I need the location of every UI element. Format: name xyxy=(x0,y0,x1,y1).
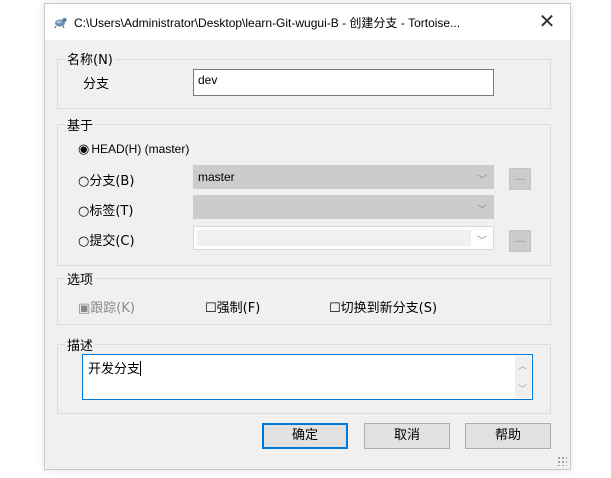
description-group-legend: 描述 xyxy=(65,335,96,354)
radio-tag[interactable]: ○标签(T) xyxy=(78,200,133,219)
commit-combo[interactable]: ﹀ xyxy=(193,226,494,250)
close-button[interactable]: ✕ xyxy=(524,4,570,40)
branch-name-label: 分支 xyxy=(83,77,110,92)
name-group-legend: 名称(N) xyxy=(65,49,115,68)
commit-combo-field xyxy=(197,230,471,246)
branch-combo[interactable]: master ﹀ xyxy=(193,165,494,189)
checkbox-unchecked-icon: ☐ xyxy=(329,301,341,316)
radio-head-label: HEAD(H) (master) xyxy=(91,142,190,156)
description-textarea[interactable]: 开发分支 ︿ ﹀ xyxy=(82,354,533,400)
branch-browse-button[interactable]: ... xyxy=(509,168,531,190)
help-button[interactable]: 帮助 xyxy=(465,423,551,449)
radio-branch-label: 分支(B) xyxy=(89,174,135,189)
track-label: 跟踪(K) xyxy=(90,301,135,316)
radio-tag-label: 标签(T) xyxy=(89,204,134,219)
radio-unselected-icon: ○ xyxy=(78,174,90,189)
checkbox-checked-icon: ▣ xyxy=(78,301,91,316)
radio-commit[interactable]: ○提交(C) xyxy=(78,230,135,249)
track-checkbox[interactable]: ▣跟踪(K) xyxy=(78,297,135,316)
radio-commit-label: 提交(C) xyxy=(89,234,135,249)
chevron-down-icon: ﹀ xyxy=(477,175,487,186)
options-group-legend: 选项 xyxy=(65,269,96,288)
title-bar: C:\Users\Administrator\Desktop\learn-Git… xyxy=(45,4,570,40)
resize-grip-icon[interactable] xyxy=(557,456,567,466)
branch-combo-value: master xyxy=(198,170,235,184)
force-label: 强制(F) xyxy=(216,301,261,316)
scroll-up-icon[interactable]: ︿ xyxy=(518,359,527,372)
radio-head[interactable]: ◉ HEAD(H) (master) xyxy=(78,142,189,157)
switch-branch-label: 切换到新分支(S) xyxy=(340,301,438,316)
chevron-down-icon: ﹀ xyxy=(477,205,487,216)
tortoisegit-icon xyxy=(54,18,67,29)
description-scrollbar[interactable]: ︿ ﹀ xyxy=(515,356,531,398)
force-checkbox[interactable]: ☐强制(F) xyxy=(205,297,260,316)
create-branch-dialog: C:\Users\Administrator\Desktop\learn-Git… xyxy=(44,3,571,470)
commit-browse-button[interactable]: ... xyxy=(509,230,531,252)
text-caret xyxy=(140,361,142,376)
radio-unselected-icon: ○ xyxy=(78,204,90,219)
base-group-legend: 基于 xyxy=(65,115,96,134)
radio-selected-icon: ◉ xyxy=(78,142,90,157)
description-text: 开发分支 xyxy=(88,362,141,377)
scroll-down-icon[interactable]: ﹀ xyxy=(518,382,527,395)
radio-unselected-icon: ○ xyxy=(78,234,90,249)
tag-combo[interactable]: ﹀ xyxy=(193,195,494,219)
cancel-button[interactable]: 取消 xyxy=(364,423,450,449)
ok-button[interactable]: 确定 xyxy=(262,423,348,449)
radio-branch[interactable]: ○分支(B) xyxy=(78,170,134,189)
switch-branch-checkbox[interactable]: ☐切换到新分支(S) xyxy=(329,297,437,316)
checkbox-unchecked-icon: ☐ xyxy=(205,301,217,316)
chevron-down-icon: ﹀ xyxy=(477,236,487,247)
branch-name-input[interactable]: dev xyxy=(193,69,494,96)
window-title: C:\Users\Administrator\Desktop\learn-Git… xyxy=(74,16,461,30)
